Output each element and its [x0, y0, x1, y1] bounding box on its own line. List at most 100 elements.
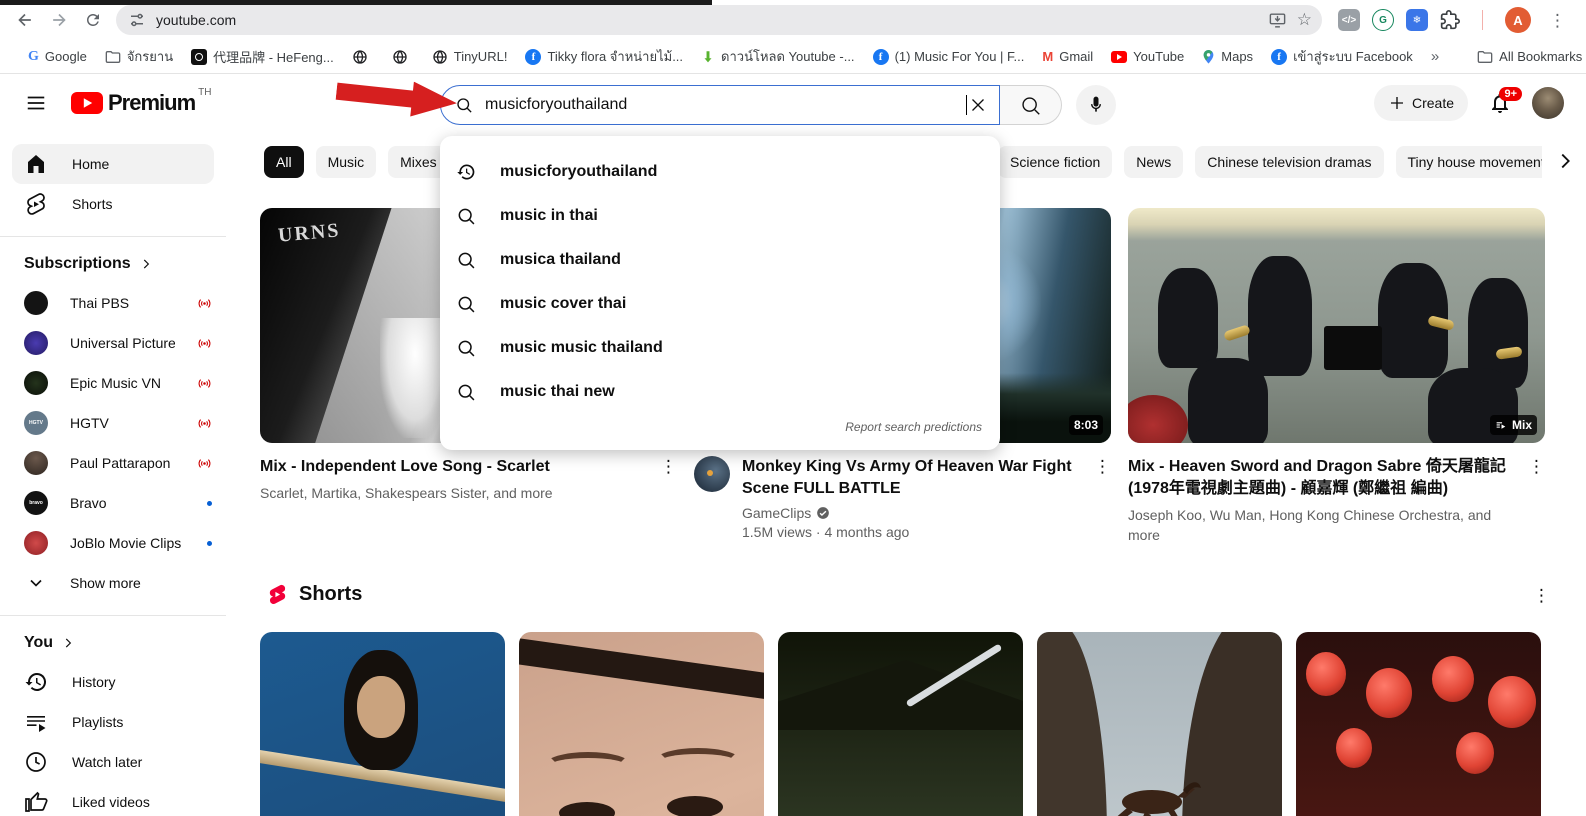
video-byline[interactable]: Joseph Koo, Wu Man, Hong Kong Chinese Or…: [1128, 505, 1516, 545]
url-text[interactable]: youtube.com: [156, 12, 1268, 28]
bookmarks-overflow-icon[interactable]: »: [1431, 48, 1439, 65]
browser-profile-avatar[interactable]: A: [1505, 7, 1531, 33]
channel-joblo[interactable]: JoBlo Movie Clips: [0, 523, 226, 563]
channel-universal[interactable]: Universal Picture...: [0, 323, 226, 363]
video-menu-icon[interactable]: ⋮: [1528, 456, 1545, 545]
video-menu-icon[interactable]: ⋮: [660, 456, 677, 503]
video-byline[interactable]: Scarlet, Martika, Shakespears Sister, an…: [260, 483, 648, 503]
playlist-play-icon: [1495, 419, 1508, 432]
video-title[interactable]: Mix - Independent Love Song - Scarlet: [260, 456, 648, 478]
clear-search-icon[interactable]: [967, 94, 989, 116]
forward-button[interactable]: [42, 3, 76, 37]
grammarly-icon[interactable]: G: [1372, 9, 1394, 31]
short-thumbnail-3[interactable]: [778, 632, 1023, 816]
video-title[interactable]: Monkey King Vs Army Of Heaven War Fight …: [742, 456, 1082, 500]
guide-menu-button[interactable]: [16, 83, 56, 123]
you-header[interactable]: You: [0, 628, 226, 662]
bookmark-music-for-you[interactable]: f(1) Music For You | F...: [873, 49, 1025, 65]
sidebar-item-shorts[interactable]: Shorts: [12, 184, 214, 224]
suggestion-item[interactable]: musica thailand: [440, 238, 1000, 282]
video-menu-icon[interactable]: ⋮: [1094, 456, 1111, 542]
youtube-header: Premium TH Create 9+: [0, 75, 1586, 131]
chip-music[interactable]: Music: [316, 146, 377, 178]
show-more-button[interactable]: Show more: [0, 563, 226, 603]
search-input[interactable]: [485, 96, 970, 114]
bookmark-tikky-flora[interactable]: fTikky flora จำหน่ายไม้...: [525, 46, 683, 67]
chips-scroll-right-button[interactable]: [1554, 150, 1576, 172]
chip-news[interactable]: News: [1124, 146, 1183, 178]
bookmark-hefeng[interactable]: 代理品牌 - HeFeng...: [191, 47, 334, 66]
shorts-menu-icon[interactable]: ⋮: [1533, 586, 1550, 606]
suggestion-item[interactable]: music cover thai: [440, 282, 1000, 326]
blue-extension-icon[interactable]: ❄: [1406, 9, 1428, 31]
bookmark-globe-2[interactable]: [392, 49, 414, 65]
channel-hgtv[interactable]: HGTV HGTV: [0, 403, 226, 443]
live-icon: [197, 376, 212, 391]
sidebar-item-watch-later[interactable]: Watch later: [12, 742, 214, 782]
header-actions: Create 9+: [1374, 85, 1564, 121]
search-icon: [456, 338, 476, 358]
sidebar-item-home[interactable]: Home: [12, 144, 214, 184]
install-icon[interactable]: [1268, 11, 1287, 30]
address-bar[interactable]: youtube.com ☆: [116, 5, 1322, 35]
bookmark-globe-1[interactable]: [352, 49, 374, 65]
suggestion-item[interactable]: music in thai: [440, 194, 1000, 238]
voice-search-button[interactable]: [1076, 85, 1116, 125]
short-thumbnail-1[interactable]: [260, 632, 505, 816]
app-root: youtube.com ☆ </> G ❄ A ⋮ GGoogle จักรยา…: [0, 0, 1586, 816]
download-arrow-icon: [701, 49, 715, 64]
channel-epic-music-vn[interactable]: Epic Music VN: [0, 363, 226, 403]
short-thumbnail-2[interactable]: [519, 632, 764, 816]
report-predictions-link[interactable]: Report search predictions: [440, 414, 1000, 442]
suggestion-item[interactable]: musicforyouthailand: [440, 150, 1000, 194]
chip-tiny-house[interactable]: Tiny house movement: [1396, 146, 1543, 178]
channel-bravo[interactable]: bravo Bravo: [0, 483, 226, 523]
subscriptions-header[interactable]: Subscriptions: [0, 249, 226, 283]
video-channel[interactable]: GameClips: [742, 505, 1082, 521]
chip-chinese-tv-dramas[interactable]: Chinese television dramas: [1195, 146, 1383, 178]
bookmark-star-icon[interactable]: ☆: [1297, 10, 1312, 30]
bookmark-facebook-login[interactable]: fเข้าสู่ระบบ Facebook: [1271, 46, 1413, 67]
bookmark-folder-thai[interactable]: จักรยาน: [105, 46, 173, 67]
live-icon: [197, 296, 212, 311]
channel-avatar: [24, 371, 48, 395]
channel-paul-pattarapon[interactable]: Paul Pattarapon ...: [0, 443, 226, 483]
refresh-button[interactable]: [76, 3, 110, 37]
chip-science-fiction[interactable]: Science fiction: [998, 146, 1112, 178]
sidebar-item-liked-videos[interactable]: Liked videos: [12, 782, 214, 816]
short-thumbnail-4[interactable]: [1037, 632, 1282, 816]
all-bookmarks-button[interactable]: All Bookmarks: [1477, 49, 1582, 64]
chip-all[interactable]: All: [264, 146, 304, 178]
search-box[interactable]: [440, 85, 1000, 125]
leaping-goat-silhouette: [1097, 772, 1207, 816]
site-settings-icon[interactable]: [128, 11, 146, 29]
suggestion-item[interactable]: music thai new: [440, 370, 1000, 414]
bookmark-google[interactable]: GGoogle: [28, 49, 87, 65]
youtube-premium-logo[interactable]: Premium TH: [70, 89, 212, 117]
google-icon: G: [28, 49, 39, 65]
bookmark-youtube[interactable]: YouTube: [1111, 49, 1184, 64]
bookmark-maps[interactable]: Maps: [1202, 49, 1253, 65]
bookmark-gmail[interactable]: MGmail: [1042, 49, 1093, 64]
create-button[interactable]: Create: [1374, 85, 1468, 121]
shorts-logo-icon: [266, 583, 289, 606]
browser-menu-icon[interactable]: ⋮: [1543, 12, 1572, 29]
extensions-puzzle-icon[interactable]: [1440, 10, 1460, 30]
sidebar-item-playlists[interactable]: Playlists: [12, 702, 214, 742]
notifications-button[interactable]: 9+: [1488, 91, 1512, 115]
chevron-right-icon: [1554, 150, 1576, 172]
search-button[interactable]: [1000, 85, 1062, 125]
bookmark-download-youtube[interactable]: ดาวน์โหลด Youtube -...: [701, 46, 855, 67]
channel-avatar-gameclips[interactable]: [694, 456, 730, 492]
toolbar-divider: [1482, 10, 1483, 30]
channel-thai-pbs[interactable]: Thai PBS: [0, 283, 226, 323]
back-button[interactable]: [8, 3, 42, 37]
sidebar-item-history[interactable]: History: [12, 662, 214, 702]
code-extension-icon[interactable]: </>: [1338, 9, 1360, 31]
video-thumbnail-3[interactable]: Mix: [1128, 208, 1545, 443]
short-thumbnail-5[interactable]: [1296, 632, 1541, 816]
bookmark-tinyurl[interactable]: TinyURL!: [432, 49, 508, 65]
account-avatar[interactable]: [1532, 87, 1564, 119]
suggestion-item[interactable]: music music thailand: [440, 326, 1000, 370]
video-title[interactable]: Mix - Heaven Sword and Dragon Sabre 倚天屠龍…: [1128, 456, 1516, 500]
